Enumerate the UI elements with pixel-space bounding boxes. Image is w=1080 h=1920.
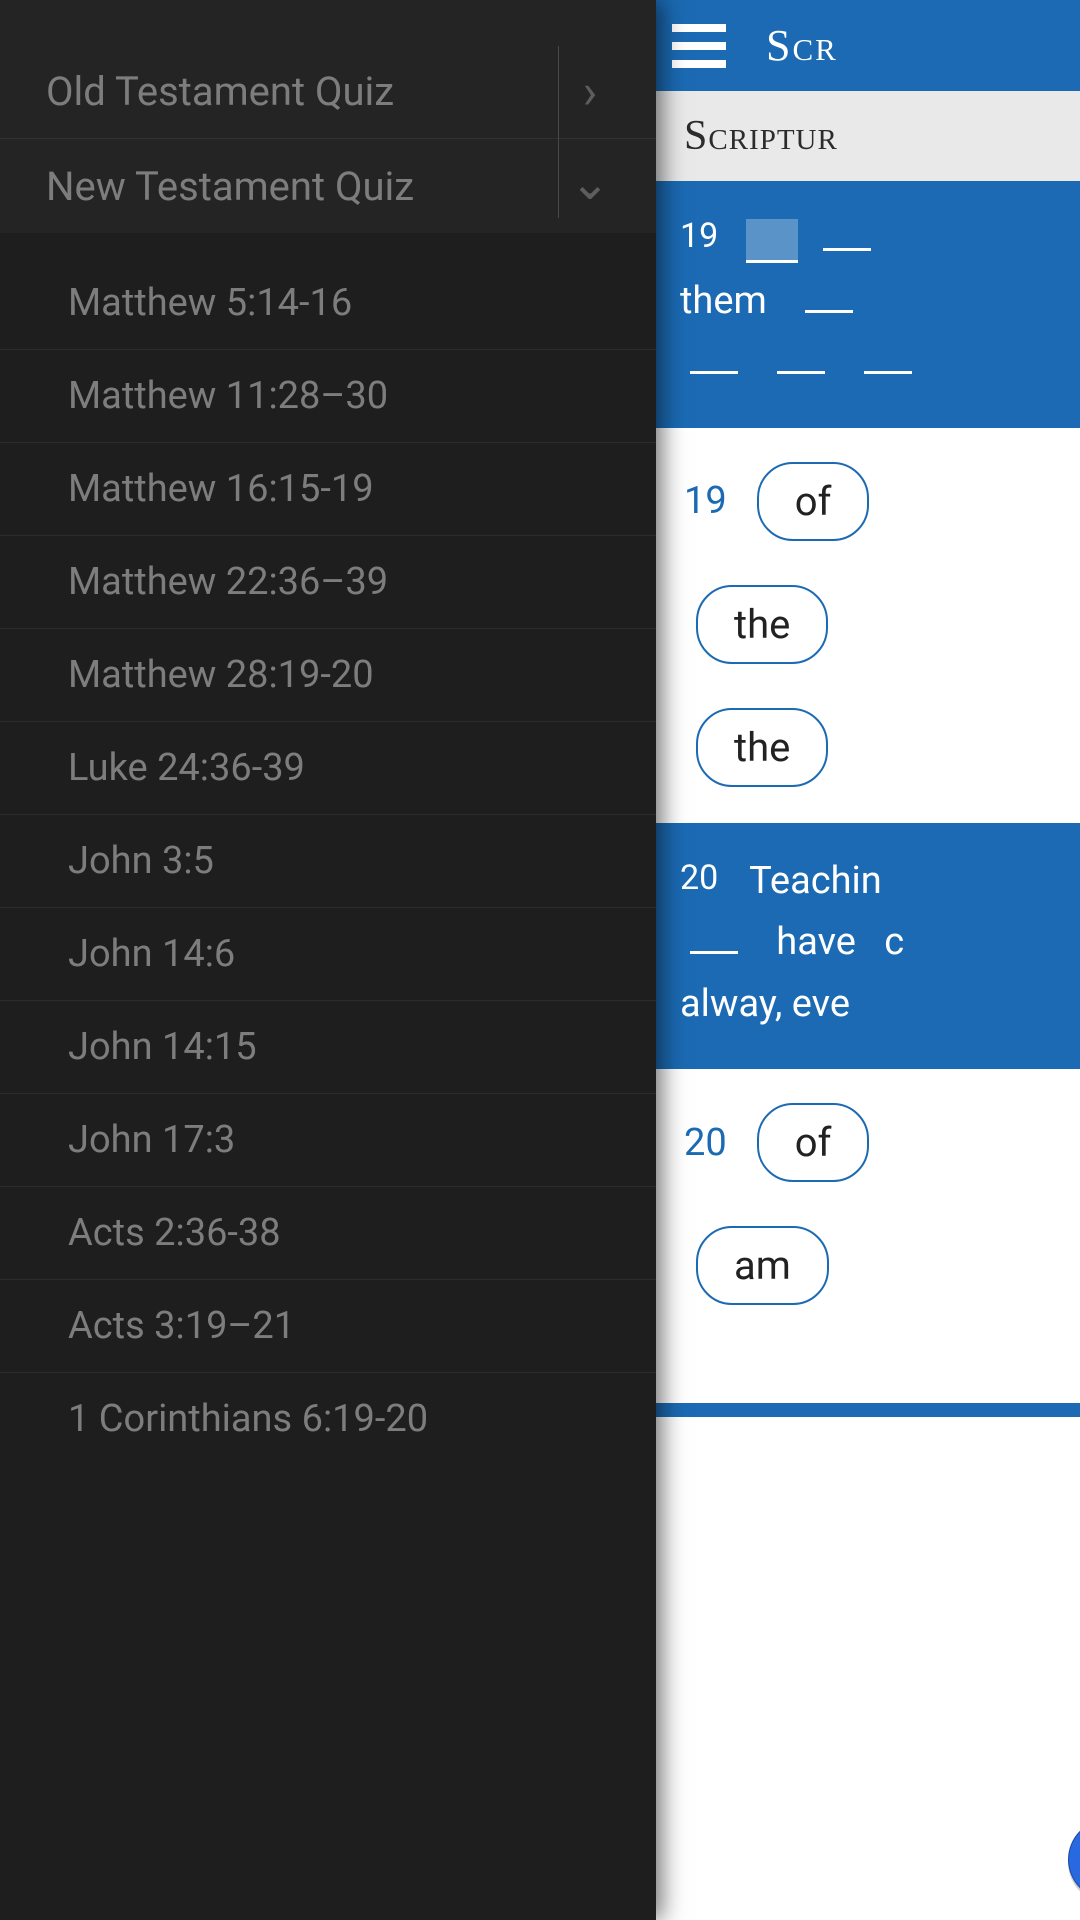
list-item[interactable]: Matthew 11:28–30 — [0, 350, 656, 443]
list-item[interactable]: 1 Corinthians 6:19-20 — [0, 1373, 656, 1465]
verse-number: 20 — [680, 858, 718, 898]
blank-slot[interactable] — [823, 241, 871, 251]
section-label: Old Testament Quiz — [46, 68, 394, 115]
subheader: Scriptur — [656, 91, 1080, 181]
page-title: Scriptur — [684, 112, 838, 160]
blank-selected[interactable] — [746, 219, 798, 263]
word-pool-19: 19 of the the — [656, 428, 1080, 823]
footer-bar: SKIP — [656, 1797, 1080, 1920]
blank-slot[interactable] — [864, 364, 912, 374]
list-item[interactable]: Matthew 5:14-16 — [0, 251, 656, 350]
verse-text-fragment: c — [884, 920, 904, 964]
list-item[interactable]: John 14:6 — [0, 908, 656, 1001]
word-chip-the[interactable]: the — [696, 708, 828, 787]
navigation-drawer[interactable]: Old Testament Quiz › New Testament Quiz … — [0, 0, 656, 1920]
chevron-down-icon: ⌄ — [560, 154, 620, 211]
app-title: Scr — [766, 20, 838, 71]
verse-text-fragment: alway, eve — [680, 982, 850, 1026]
main-content: Scr Scriptur 19 them 19 of the the 20 Te… — [656, 0, 1080, 1920]
drawer-sections: Old Testament Quiz › New Testament Quiz … — [0, 0, 656, 233]
section-divider — [656, 1403, 1080, 1417]
blank-slot[interactable] — [777, 364, 825, 374]
word-chip-am[interactable]: am — [696, 1226, 829, 1305]
verse-19-block: 19 them — [656, 181, 1080, 428]
verse-list: Matthew 5:14-16 Matthew 11:28–30 Matthew… — [0, 233, 656, 1465]
word-chip-the[interactable]: the — [696, 585, 828, 664]
list-item[interactable]: John 14:15 — [0, 1001, 656, 1094]
verse-20-block: 20 Teachin have c alway, eve — [656, 823, 1080, 1070]
chevron-right-icon: › — [560, 63, 620, 120]
verse-text-fragment: them — [680, 279, 767, 323]
blank-slot[interactable] — [805, 303, 853, 313]
verse-text-fragment: Teachin — [749, 859, 882, 903]
word-chip-of[interactable]: of — [757, 1103, 870, 1182]
verse-number: 19 — [680, 216, 718, 256]
hamburger-icon[interactable] — [672, 11, 742, 81]
skip-button[interactable]: SKIP — [1068, 1819, 1080, 1900]
blank-slot[interactable] — [690, 364, 738, 374]
section-label: New Testament Quiz — [46, 163, 414, 210]
list-item[interactable]: Acts 3:19–21 — [0, 1280, 656, 1373]
blank-slot[interactable] — [690, 944, 738, 954]
pool-number: 20 — [684, 1121, 727, 1165]
list-item[interactable]: Matthew 22:36–39 — [0, 536, 656, 629]
list-item[interactable]: Matthew 16:15-19 — [0, 443, 656, 536]
word-chip-of[interactable]: of — [757, 462, 870, 541]
pool-number: 19 — [684, 479, 727, 523]
list-item[interactable]: Luke 24:36-39 — [0, 722, 656, 815]
list-item[interactable]: John 3:5 — [0, 815, 656, 908]
list-item[interactable]: Matthew 28:19-20 — [0, 629, 656, 722]
word-pool-20: 20 of am — [656, 1069, 1080, 1341]
app-header: Scr — [656, 0, 1080, 91]
vertical-divider — [558, 46, 559, 218]
list-item[interactable]: Acts 2:36-38 — [0, 1187, 656, 1280]
verse-text-fragment: have — [776, 920, 856, 964]
list-item[interactable]: John 17:3 — [0, 1094, 656, 1187]
